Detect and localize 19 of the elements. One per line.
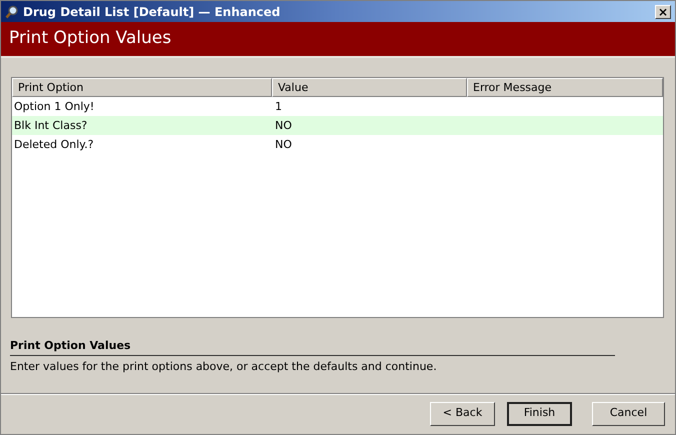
table-cell-text: Deleted Only.? [13,137,95,153]
table-cell-text: NO [274,118,293,134]
wizard-button[interactable]: Finish [507,402,572,426]
wizard-button[interactable]: < Back [430,402,495,426]
column-header[interactable]: Value [272,78,467,97]
header-title: Print Option Values [9,27,172,50]
magnifier-icon [5,4,19,18]
table-cell-text: NO [274,137,293,153]
column-header[interactable]: Error Message [467,78,663,97]
close-button[interactable]: × [655,4,671,18]
table-cell-text: Option 1 Only! [13,99,96,115]
window-title: Drug Detail List [Default] — Enhanced [23,4,280,20]
table-cell-text: 1 [274,99,283,115]
table-row[interactable]: Blk Int Class? NO [12,116,663,135]
description-text: Enter values for the print options above, or accept the defaults and continue. [10,359,438,375]
wizard-button[interactable]: Cancel [592,402,665,426]
table-cell-text: Blk Int Class? [13,118,88,134]
description-title: Print Option Values [10,339,132,353]
column-header[interactable]: Print Option [12,78,272,97]
